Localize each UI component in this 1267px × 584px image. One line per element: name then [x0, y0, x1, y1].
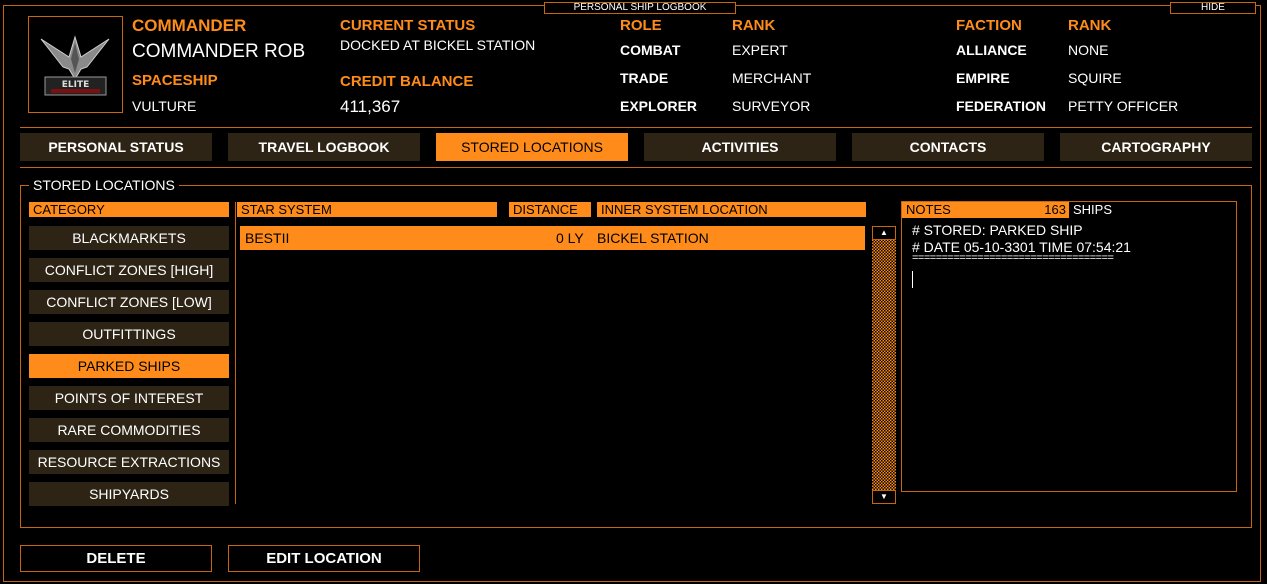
faction-name: FEDERATION — [956, 98, 1046, 114]
credit-label: CREDIT BALANCE — [340, 73, 474, 90]
spaceship-label: SPACESHIP — [132, 72, 218, 89]
notes-line: ================================== — [912, 252, 1114, 264]
list-scrollbar[interactable] — [872, 226, 896, 504]
faction-rank: NONE — [1068, 42, 1109, 58]
row-star-system: BESTII — [245, 230, 290, 246]
role-rank: MERCHANT — [732, 70, 812, 86]
category-item[interactable]: SHIPYARDS — [29, 482, 229, 506]
faction-rank: SQUIRE — [1068, 70, 1122, 86]
category-item[interactable]: RESOURCE EXTRACTIONS — [29, 450, 229, 474]
tab-personal-status[interactable]: PERSONAL STATUS — [20, 133, 212, 161]
spaceship-value: VULTURE — [132, 98, 197, 114]
star-system-header[interactable]: STAR SYSTEM — [237, 202, 497, 217]
stored-locations-title: STORED LOCATIONS — [29, 177, 179, 193]
role-name: TRADE — [620, 70, 669, 86]
table-row[interactable]: BESTII 0 LY BICKEL STATION — [240, 226, 865, 250]
faction-name: ALLIANCE — [956, 42, 1027, 58]
role-rank: SURVEYOR — [732, 98, 811, 114]
tab-stored-locations[interactable]: STORED LOCATIONS — [436, 133, 628, 161]
status-label: CURRENT STATUS — [340, 17, 476, 34]
category-item[interactable]: BLACKMARKETS — [29, 226, 229, 250]
faction-rank-header: RANK — [1068, 17, 1112, 34]
tab-travel-logbook[interactable]: TRAVEL LOGBOOK — [228, 133, 420, 161]
faction-name: EMPIRE — [956, 70, 1010, 86]
credit-value: 411,367 — [340, 97, 401, 116]
elite-logo: ELITE — [28, 16, 123, 113]
category-item[interactable]: CONFLICT ZONES [HIGH] — [29, 258, 229, 282]
category-item[interactable]: OUTFITTINGS — [29, 322, 229, 346]
commander-name: COMMANDER ROB — [132, 41, 306, 62]
row-inner-location: BICKEL STATION — [597, 230, 709, 246]
faction-rank: PETTY OFFICER — [1068, 98, 1179, 114]
notes-type: SHIPS — [1073, 202, 1113, 217]
faction-header: FACTION — [956, 17, 1022, 34]
tab-cartography[interactable]: CARTOGRAPHY — [1060, 133, 1252, 161]
category-item[interactable]: POINTS OF INTEREST — [29, 386, 229, 410]
role-name: EXPLORER — [620, 98, 698, 114]
svg-text:ELITE: ELITE — [62, 80, 90, 90]
role-rank-header: RANK — [732, 17, 776, 34]
tab-activities[interactable]: ACTIVITIES — [644, 133, 836, 161]
role-header: ROLE — [620, 17, 662, 34]
notes-header: NOTES 163 — [902, 202, 1069, 218]
notes-count: 163 — [1044, 202, 1066, 217]
category-item[interactable]: RARE COMMODITIES — [29, 418, 229, 442]
category-header: CATEGORY — [29, 202, 229, 217]
status-value: DOCKED AT BICKEL STATION — [340, 37, 536, 53]
notes-label: NOTES — [906, 202, 951, 217]
tab-contacts[interactable]: CONTACTS — [852, 133, 1044, 161]
row-distance: 0 LY — [556, 230, 584, 246]
column-divider — [235, 202, 236, 504]
hide-button[interactable]: HIDE — [1170, 2, 1256, 14]
notes-text-cursor — [912, 271, 913, 288]
tabs-divider-bottom — [20, 167, 1252, 168]
category-item[interactable]: PARKED SHIPS — [29, 354, 229, 378]
inner-location-header[interactable]: INNER SYSTEM LOCATION — [597, 202, 866, 217]
tabs-divider-top — [20, 127, 1252, 128]
role-rank: EXPERT — [732, 42, 788, 58]
scroll-up-button[interactable]: ▲ — [872, 226, 896, 240]
commander-label: COMMANDER — [132, 16, 247, 35]
edit-location-button[interactable]: EDIT LOCATION — [228, 545, 420, 572]
window-title: PERSONAL SHIP LOGBOOK — [544, 2, 736, 14]
role-name: COMBAT — [620, 42, 681, 58]
scroll-down-button[interactable]: ▼ — [872, 490, 896, 504]
distance-header[interactable]: DISTANCE — [509, 202, 591, 217]
notes-line: # STORED: PARKED SHIP — [912, 222, 1083, 238]
category-item[interactable]: CONFLICT ZONES [LOW] — [29, 290, 229, 314]
delete-button[interactable]: DELETE — [20, 545, 212, 572]
